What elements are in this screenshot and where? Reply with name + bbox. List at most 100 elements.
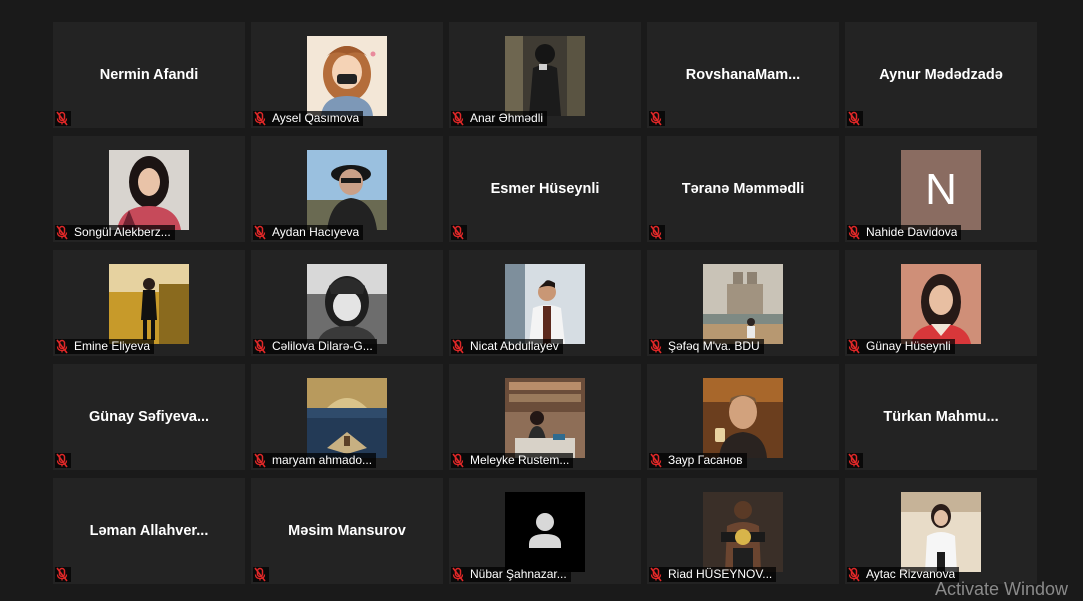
participant-name-label: Aydan Hacıyeva (272, 225, 360, 239)
muted-mic-icon (451, 453, 465, 468)
bw-portrait-photo (307, 264, 387, 344)
participant-status-bar: Cəlilova Dilarə-G... (253, 339, 377, 354)
participant-name-center: Məsim Mansurov (251, 478, 443, 584)
participant-tile[interactable]: Şəfəq M'va. BDU (647, 250, 839, 356)
person-in-dark-photo (505, 36, 585, 116)
participant-status-bar: Aysel Qasımova (253, 111, 364, 126)
participant-name-label: Заур Гасанов (668, 453, 743, 467)
participant-tile[interactable]: Nermin Afandi (53, 22, 245, 128)
participant-name-center: Təranə Məmmədli (647, 136, 839, 242)
participant-status-bar (649, 225, 665, 240)
participant-tile[interactable]: Riad HÜSEYNOV... (647, 478, 839, 584)
participant-status-bar: Nahide Davidova (847, 225, 962, 240)
participant-name-text: Məsim Mansurov (288, 523, 406, 539)
participant-name-center: Aynur Mədədzadə (845, 22, 1037, 128)
participant-name-label: Anar Əhmədli (470, 111, 544, 125)
participant-tile[interactable]: Aynur Mədədzadə (845, 22, 1037, 128)
muted-mic-icon (649, 453, 663, 468)
man-lab-photo (505, 264, 585, 344)
participant-status-bar: Emine Eliyeva (55, 339, 155, 354)
participant-name-text: Təranə Məmmədli (681, 181, 805, 197)
participant-name-label: Songül Alekberz... (74, 225, 171, 239)
participant-status-bar: Anar Əhmədli (451, 111, 548, 126)
participant-tile[interactable]: Emine Eliyeva (53, 250, 245, 356)
participant-tile[interactable]: Aydan Hacıyeva (251, 136, 443, 242)
muted-mic-icon (649, 111, 663, 126)
participant-status-bar (451, 225, 467, 240)
participant-tile[interactable]: Aysel Qasımova (251, 22, 443, 128)
library-photo (505, 378, 585, 458)
participant-name-text: Aynur Mədədzadə (879, 67, 1003, 83)
participant-status-bar: maryam ahmado... (253, 453, 377, 468)
participant-name-center: Türkan Mahmu... (845, 364, 1037, 470)
participant-status-bar: Nicat Abdullayev (451, 339, 563, 354)
participant-tile[interactable]: RovshanaMam... (647, 22, 839, 128)
person-with-hat-photo (307, 150, 387, 230)
participant-tile[interactable]: Günay Hüseynli (845, 250, 1037, 356)
participant-tile[interactable]: Təranə Məmmədli (647, 136, 839, 242)
participant-tile[interactable]: N Nahide Davidova (845, 136, 1037, 242)
participant-tile[interactable]: Meleyke Rustem... (449, 364, 641, 470)
participant-tile[interactable]: Məsim Mansurov (251, 478, 443, 584)
participant-status-bar: Заур Гасанов (649, 453, 747, 468)
participant-name-label: Riad HÜSEYNOV... (668, 567, 773, 581)
fighter-belt-photo (703, 492, 783, 572)
cathedral-photo (703, 264, 783, 344)
participant-name-label: Emine Eliyeva (74, 339, 151, 353)
participant-tile[interactable]: Anar Əhmədli (449, 22, 641, 128)
participant-name-text: RovshanaMam... (685, 67, 801, 83)
participant-name-text: Türkan Mahmu... (883, 409, 999, 425)
participant-status-bar (253, 567, 269, 582)
muted-mic-icon (253, 225, 267, 240)
participant-tile[interactable]: Songül Alekberz... (53, 136, 245, 242)
laughing-man-photo (703, 378, 783, 458)
muted-mic-icon (451, 111, 465, 126)
participant-tile[interactable]: Ləman Allahver... (53, 478, 245, 584)
participant-name-label: Cəlilova Dilarə-G... (272, 339, 373, 353)
participant-name-label: Şəfəq M'va. BDU (668, 339, 760, 353)
participant-tile[interactable]: Nicat Abdullayev (449, 250, 641, 356)
participant-name-label: Nicat Abdullayev (470, 339, 559, 353)
participant-status-bar: Songül Alekberz... (55, 225, 175, 240)
mosque-quran-photo (307, 378, 387, 458)
muted-mic-icon (253, 111, 267, 126)
participant-status-bar: Riad HÜSEYNOV... (649, 567, 777, 582)
participant-tile[interactable]: Günay Səfiyeva... (53, 364, 245, 470)
muted-mic-icon (649, 567, 663, 582)
participant-status-bar (55, 111, 71, 126)
muted-mic-icon (253, 567, 267, 582)
participant-name-text: Ləman Allahver... (89, 523, 209, 539)
participant-tile[interactable]: Esmer Hüseynli (449, 136, 641, 242)
muted-mic-icon (55, 453, 69, 468)
girl-portrait-photo (109, 150, 189, 230)
default-user-avatar (505, 492, 585, 572)
muted-mic-icon (253, 339, 267, 354)
participant-tile[interactable]: maryam ahmado... (251, 364, 443, 470)
cartoon-girl-avatar (307, 36, 387, 116)
muted-mic-icon (847, 453, 861, 468)
participant-tile[interactable]: Nübar Şahnazar... (449, 478, 641, 584)
participant-tile[interactable]: Türkan Mahmu... (845, 364, 1037, 470)
participant-status-bar (847, 453, 863, 468)
participant-name-center: RovshanaMam... (647, 22, 839, 128)
participant-status-bar: Meleyke Rustem... (451, 453, 574, 468)
participant-tile[interactable]: Cəlilova Dilarə-G... (251, 250, 443, 356)
participant-status-bar: Günay Hüseynli (847, 339, 955, 354)
participant-name-label: Nübar Şahnazar... (470, 567, 567, 581)
participant-name-label: Nahide Davidova (866, 225, 958, 239)
muted-mic-icon (55, 567, 69, 582)
participant-tile[interactable]: Заур Гасанов (647, 364, 839, 470)
muted-mic-icon (451, 339, 465, 354)
participant-name-text: Esmer Hüseynli (490, 181, 600, 197)
participant-tile[interactable]: Aytac Rizvanova (845, 478, 1037, 584)
muted-mic-icon (649, 225, 663, 240)
participant-status-bar (55, 453, 71, 468)
participant-status-bar: Nübar Şahnazar... (451, 567, 571, 582)
muted-mic-icon (253, 453, 267, 468)
muted-mic-icon (55, 225, 69, 240)
participant-status-bar: Aydan Hacıyeva (253, 225, 364, 240)
letter-avatar: N (901, 150, 981, 230)
muted-mic-icon (847, 111, 861, 126)
participant-gallery: Nermin Afandi Aysel Qasımova Anar Əhmədli R… (53, 22, 1037, 585)
muted-mic-icon (55, 339, 69, 354)
